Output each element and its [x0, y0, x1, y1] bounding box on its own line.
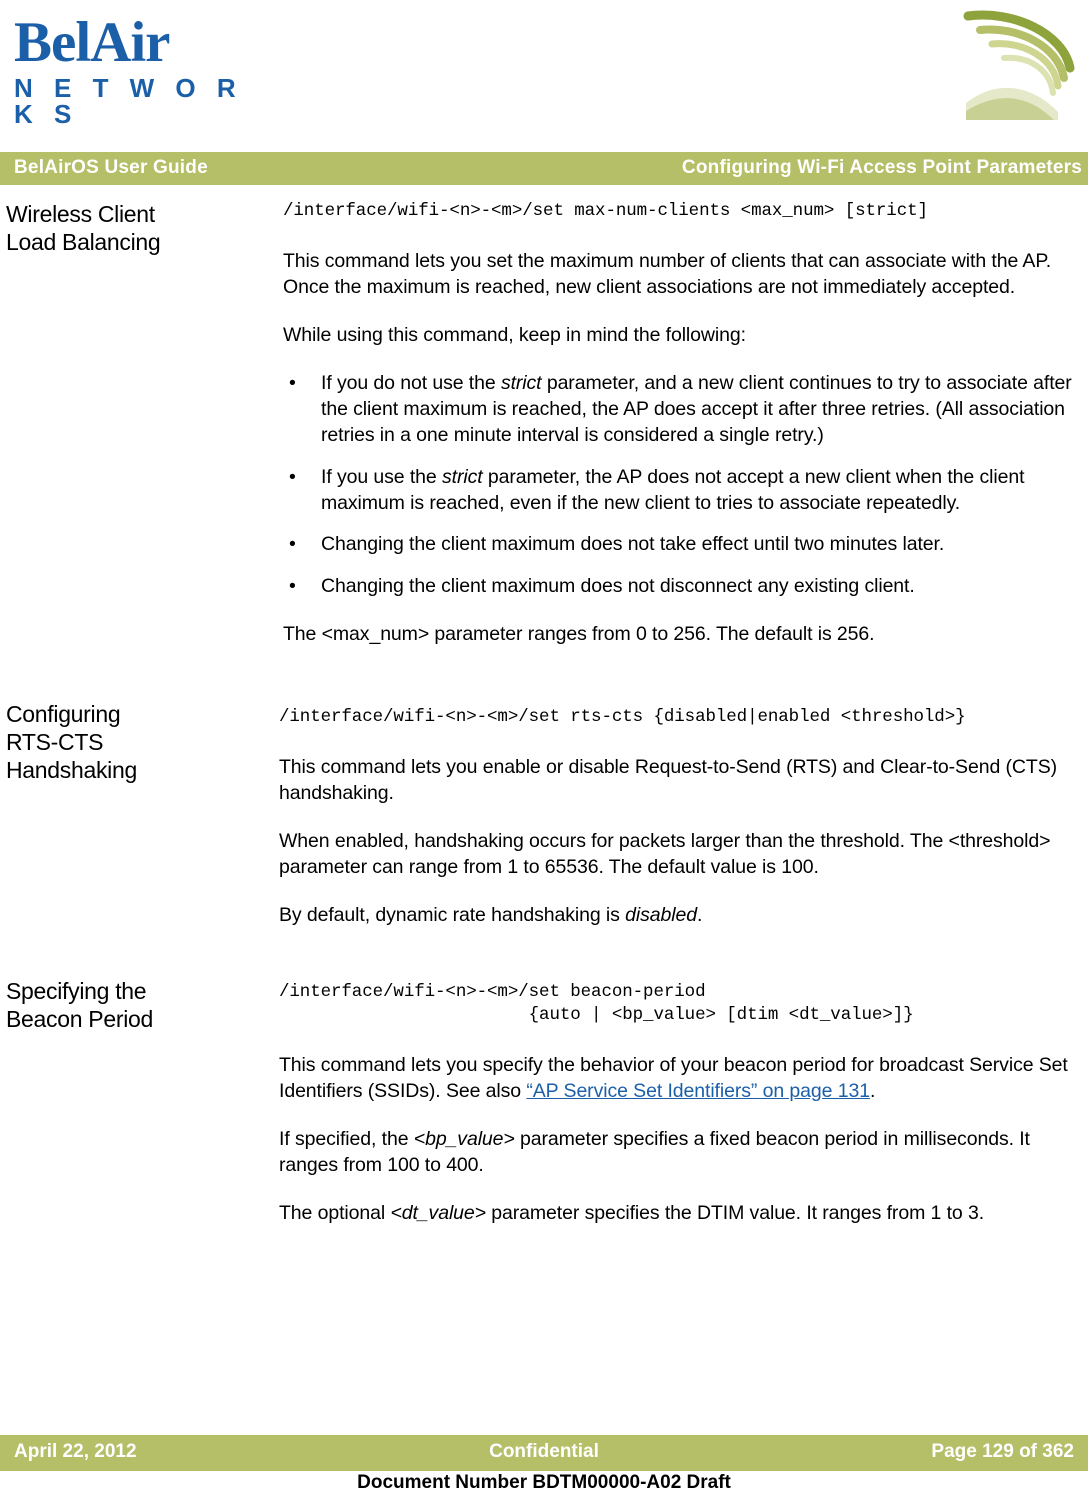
section-heading-line-2: Beacon Period: [6, 1005, 153, 1032]
paragraph-text-part-1: If specified, the: [279, 1127, 414, 1150]
section-body-configuring-rts-cts-handshaking: /interface/wifi-<n>-<m>/set rts-cts {dis…: [279, 706, 1069, 929]
section-specifying-the-beacon-period: Specifying the Beacon Period /interface/…: [0, 978, 1088, 1227]
section-heading-line-2: Load Balancing: [6, 229, 161, 256]
brand-name-primary: BelAir: [14, 11, 170, 74]
brand-name-secondary: N E T W O R K S: [14, 73, 243, 129]
emphasis-strict: strict: [442, 465, 483, 488]
document-body: Wireless Client Load Balancing /interfac…: [0, 200, 1088, 1227]
command-syntax-beacon-period-line-2: {auto | <bp_value> [dtim <dt_value>]}: [279, 1005, 914, 1026]
paragraph-text-part-1: By default, dynamic rate handshaking is: [279, 904, 626, 927]
header-chapter-title: Configuring Wi-Fi Access Point Parameter…: [681, 157, 1082, 178]
paragraph-beacon-period-description: This command lets you specify the behavi…: [279, 1053, 1079, 1105]
section-heading-wireless-client-load-balancing: Wireless Client Load Balancing: [6, 200, 271, 256]
cross-reference-link-ap-service-set-identifiers[interactable]: “AP Service Set Identifiers” on page 131: [526, 1080, 870, 1102]
list-item: • Changing the client maximum does not d…: [283, 574, 1073, 600]
swirl-decoration-icon: [963, 10, 1075, 120]
section-heading-line-2: RTS-CTS: [6, 729, 104, 756]
section-configuring-rts-cts-handshaking: Configuring RTS-CTS Handshaking /interfa…: [0, 701, 1088, 929]
list-item-text: Changing the client maximum does not dis…: [321, 575, 915, 598]
list-item: • If you use the strict parameter, the A…: [283, 465, 1073, 517]
emphasis-disabled: disabled: [625, 904, 697, 927]
list-item-text-part-1: If you do not use the: [321, 371, 501, 394]
section-heading-line-3: Handshaking: [6, 757, 137, 784]
paragraph-text-part-2: parameter specifies the DTIM value. It r…: [485, 1201, 985, 1224]
list-item: • If you do not use the strict parameter…: [283, 371, 1073, 449]
command-syntax-max-num-clients: /interface/wifi-<n>-<m>/set max-num-clie…: [283, 201, 928, 221]
section-wireless-client-load-balancing: Wireless Client Load Balancing /interfac…: [0, 200, 1088, 648]
paragraph-text-part-1: The optional: [279, 1201, 391, 1224]
section-heading-configuring-rts-cts-handshaking: Configuring RTS-CTS Handshaking: [6, 700, 271, 784]
command-syntax-rts-cts: /interface/wifi-<n>-<m>/set rts-cts {dis…: [279, 707, 966, 728]
section-body-specifying-the-beacon-period: /interface/wifi-<n>-<m>/set beacon-perio…: [279, 981, 1079, 1227]
emphasis-bp-value: <bp_value>: [413, 1127, 515, 1150]
brand-logo: BelAir N E T W O R K S: [14, 14, 254, 127]
paragraph-max-num-range: The <max_num> parameter ranges from 0 to…: [283, 623, 875, 646]
bullet-icon: •: [289, 465, 296, 488]
page-header-bar: BelAirOS User Guide Configuring Wi-Fi Ac…: [0, 152, 1088, 185]
section-body-wireless-client-load-balancing: /interface/wifi-<n>-<m>/set max-num-clie…: [283, 200, 1073, 648]
section-heading-line-1: Wireless Client: [6, 201, 155, 227]
emphasis-strict: strict: [500, 371, 542, 394]
paragraph-bp-value: If specified, the <bp_value> parameter s…: [279, 1127, 1079, 1179]
list-item-text: Changing the client maximum does not tak…: [321, 533, 945, 556]
bullet-icon: •: [289, 575, 296, 598]
paragraph-text-part-2: .: [869, 1080, 876, 1103]
paragraph-max-clients-description: This command lets you set the maximum nu…: [283, 250, 1052, 299]
paragraph-threshold-range: When enabled, handshaking occurs for pac…: [279, 830, 1051, 879]
paragraph-keep-in-mind: While using this command, keep in mind t…: [283, 323, 746, 346]
footer-document-number: Document Number BDTM00000-A02 Draft: [357, 1472, 731, 1493]
bullet-list-max-clients-notes: • If you do not use the strict parameter…: [283, 371, 1073, 600]
paragraph-default-dynamic-rate: By default, dynamic rate handshaking is …: [279, 903, 1069, 929]
footer-confidentiality-label: Confidential: [489, 1441, 599, 1462]
section-heading-line-1: Configuring: [6, 701, 121, 728]
section-heading-line-1: Specifying the: [6, 977, 147, 1004]
command-syntax-beacon-period-line-1: /interface/wifi-<n>-<m>/set beacon-perio…: [279, 981, 706, 1002]
list-item-text-part-1: If you use the: [321, 465, 442, 488]
header-document-title: BelAirOS User Guide: [14, 157, 208, 178]
emphasis-dt-value: <dt_value>: [390, 1201, 486, 1224]
footer-page-number: Page 129 of 362: [931, 1441, 1074, 1462]
bullet-icon: •: [289, 371, 296, 394]
paragraph-dt-value: The optional <dt_value> parameter specif…: [279, 1201, 1079, 1227]
paragraph-text-part-2: .: [696, 904, 703, 927]
paragraph-rts-cts-description: This command lets you enable or disable …: [279, 756, 1057, 805]
bullet-icon: •: [289, 533, 296, 556]
list-item: • Changing the client maximum does not t…: [283, 532, 1073, 558]
page-footer-bar: April 22, 2012 Confidential Page 129 of …: [0, 1435, 1088, 1471]
section-heading-specifying-the-beacon-period: Specifying the Beacon Period: [6, 977, 271, 1033]
